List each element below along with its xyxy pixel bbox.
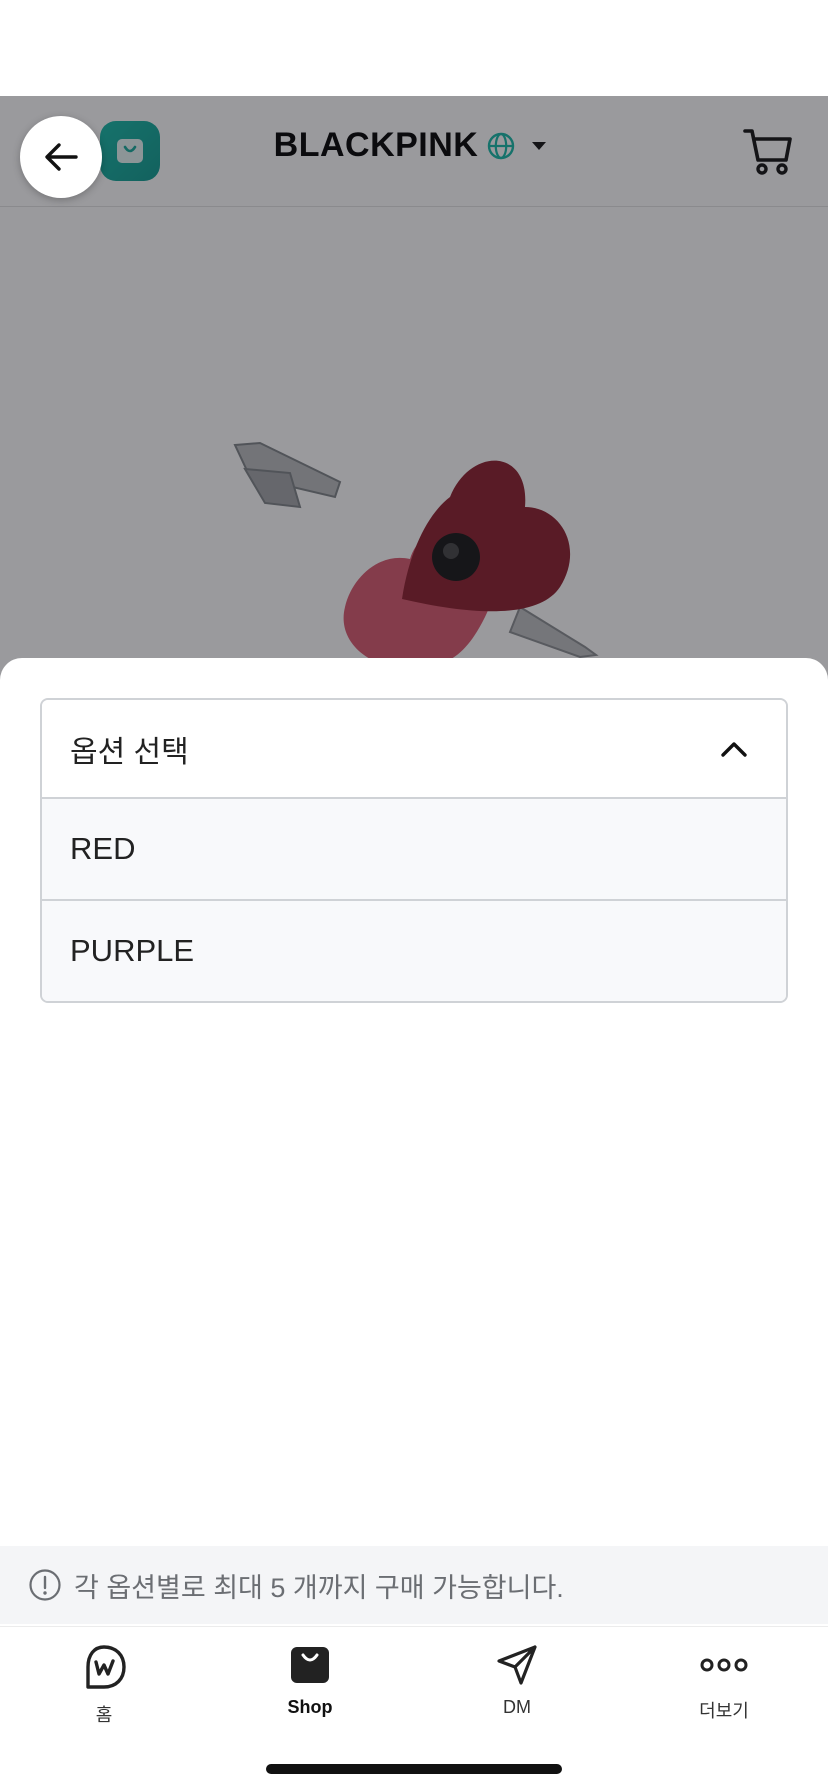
notice-text: 각 옵션별로 최대 5 개까지 구매 가능합니다. xyxy=(74,1572,564,1603)
option-item-purple[interactable]: PURPLE xyxy=(42,899,786,1001)
chevron-up-icon xyxy=(721,741,747,757)
option-dropdown-title: 옵션 선택 xyxy=(70,735,189,769)
nav-item-more[interactable]: 더보기 xyxy=(654,1643,794,1723)
more-dots-icon xyxy=(700,1658,748,1672)
home-indicator xyxy=(266,1764,562,1774)
nav-label-shop: Shop xyxy=(287,1697,333,1717)
weverse-home-icon xyxy=(86,1645,126,1689)
purchase-limit-notice: 각 옵션별로 최대 5 개까지 구매 가능합니다. xyxy=(0,1546,828,1624)
nav-item-dm[interactable]: DM xyxy=(447,1643,587,1718)
nav-item-home[interactable]: 홈 xyxy=(34,1643,174,1727)
nav-label-dm: DM xyxy=(503,1697,531,1717)
arrow-left-icon xyxy=(45,143,78,171)
option-item-red[interactable]: RED xyxy=(42,797,786,899)
nav-item-shop[interactable]: Shop xyxy=(240,1643,380,1718)
status-bar xyxy=(0,0,828,96)
info-icon xyxy=(29,1569,61,1601)
send-icon xyxy=(497,1645,537,1685)
nav-label-home: 홈 xyxy=(95,1705,113,1725)
nav-label-more: 더보기 xyxy=(699,1701,749,1721)
back-button[interactable] xyxy=(20,116,102,198)
option-bottom-sheet: 옵션 선택 RED PURPLE 각 옵션별로 최대 5 개까지 구매 가능합니… xyxy=(0,658,828,1792)
option-dropdown-header[interactable]: 옵션 선택 xyxy=(42,700,786,797)
shop-bag-icon xyxy=(291,1647,329,1683)
option-dropdown: 옵션 선택 RED PURPLE xyxy=(40,698,788,1003)
